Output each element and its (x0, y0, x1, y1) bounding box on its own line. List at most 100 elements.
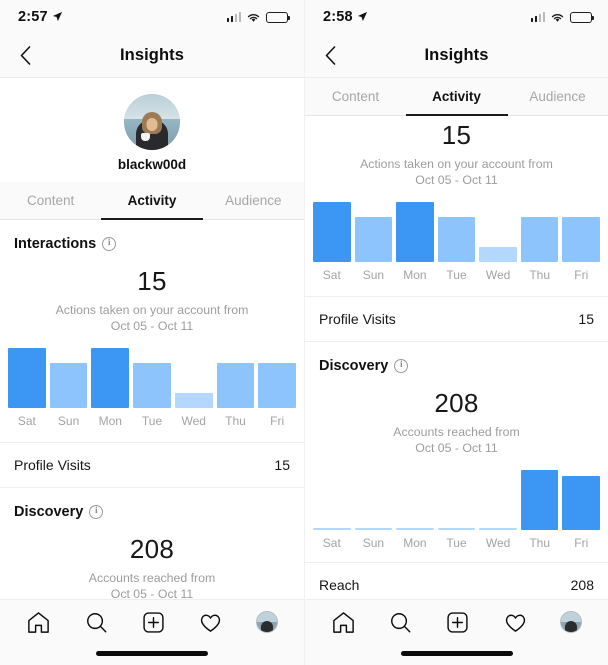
discovery-metric: 208 Accounts reached from Oct 05 - Oct 1… (0, 520, 304, 599)
bar-column (520, 202, 559, 262)
discovery-section-header: Discovery i (305, 342, 608, 374)
bar-column (437, 202, 476, 262)
bar-column (562, 470, 601, 530)
status-bar: 2:58 (305, 0, 608, 34)
wifi-icon (551, 13, 564, 22)
bar-column (49, 348, 88, 408)
bar-sat (313, 528, 351, 530)
bar-label-sat: Sat (322, 268, 341, 282)
insights-tabs: Content Activity Audience (0, 182, 304, 220)
bar-sat (313, 202, 351, 262)
username: blackw00d (117, 157, 187, 172)
location-arrow-icon (357, 11, 367, 21)
discovery-title: Discovery (14, 504, 84, 520)
bar-sun (49, 363, 88, 408)
bar-label-wed: Wed (181, 414, 206, 428)
interactions-bars (313, 202, 601, 262)
activity-heart-icon[interactable] (503, 610, 528, 635)
interactions-chart: Sat Sun Mon Tue Wed Thu Fri (305, 190, 608, 282)
bar-label-thu: Thu (529, 536, 551, 550)
tab-audience[interactable]: Audience (203, 182, 304, 219)
interactions-value: 15 (137, 266, 167, 296)
bar-wed (174, 393, 213, 408)
info-icon[interactable]: i (102, 237, 117, 251)
bar-column (91, 348, 130, 408)
interactions-bar-labels: Sat Sun Mon Tue Wed Thu Fri (313, 268, 600, 282)
bottom-nav-bar (0, 599, 304, 665)
bar-label-sun: Sun (362, 536, 385, 550)
bar-fri (562, 217, 601, 262)
bar-thu (520, 217, 559, 262)
tab-activity[interactable]: Activity (101, 182, 202, 219)
battery-icon (266, 11, 290, 23)
home-indicator (96, 651, 208, 656)
bar-label-sat: Sat (322, 536, 341, 550)
phone-screen-right: 2:58 Insights Content Activity Audience … (304, 0, 608, 665)
bar-column (313, 202, 351, 262)
bar-label-sun: Sun (57, 414, 80, 428)
bar-label-thu: Thu (529, 268, 551, 282)
search-icon[interactable] (84, 610, 109, 635)
bar-column (313, 470, 351, 530)
bar-tue (133, 363, 171, 408)
page-title: Insights (424, 46, 489, 64)
discovery-subtitle-line1: Accounts reached from (393, 425, 520, 439)
wifi-icon (247, 13, 260, 22)
bar-column (396, 470, 434, 530)
tab-content[interactable]: Content (0, 182, 101, 219)
interactions-title: Interactions (14, 236, 97, 252)
page-title: Insights (119, 46, 185, 64)
bar-column (562, 202, 601, 262)
discovery-chart: Sat Sun Mon Tue Wed Thu Fri (305, 458, 608, 550)
profile-avatar-icon[interactable] (255, 611, 278, 633)
bar-column (133, 348, 171, 408)
info-icon[interactable]: i (394, 359, 409, 373)
row-label: Profile Visits (14, 457, 91, 473)
info-icon[interactable]: i (89, 505, 104, 519)
bar-fri (562, 476, 601, 530)
bar-thu (520, 470, 559, 530)
interactions-metric: 15 Actions taken on your account from Oc… (305, 116, 608, 190)
tab-activity[interactable]: Activity (406, 78, 507, 115)
bar-column (216, 348, 255, 408)
scroll-content-left[interactable]: blackw00d Content Activity Audience Inte… (0, 78, 304, 599)
nav-bar: Insights (305, 34, 608, 78)
bar-sat (8, 348, 46, 408)
add-post-icon[interactable] (445, 610, 470, 635)
bar-label-fri: Fri (270, 414, 285, 428)
home-icon[interactable] (331, 610, 356, 635)
search-icon[interactable] (388, 610, 413, 635)
bar-label-tue: Tue (446, 536, 467, 550)
bar-tue (437, 217, 476, 262)
bar-column (520, 470, 559, 530)
table-row[interactable]: Profile Visits 15 (305, 296, 608, 342)
avatar[interactable] (124, 94, 180, 150)
back-button[interactable] (10, 41, 40, 71)
bar-column (437, 470, 476, 530)
bar-column (174, 348, 213, 408)
home-icon[interactable] (26, 610, 51, 635)
scroll-content-right[interactable]: 15 Actions taken on your account from Oc… (305, 116, 608, 637)
status-time: 2:57 (18, 9, 63, 25)
tab-audience[interactable]: Audience (507, 78, 608, 115)
discovery-subtitle: Accounts reached from Oct 05 - Oct 11 (0, 570, 304, 599)
bar-column (396, 202, 434, 262)
discovery-title: Discovery (319, 358, 389, 374)
back-chevron-icon (20, 46, 30, 65)
tab-content[interactable]: Content (305, 78, 406, 115)
battery-icon (570, 11, 594, 23)
add-post-icon[interactable] (141, 610, 166, 635)
back-button[interactable] (315, 41, 345, 71)
interactions-subtitle-line1: Actions taken on your account from (55, 303, 249, 317)
status-time: 2:58 (323, 9, 368, 25)
interactions-subtitle: Actions taken on your account from Oct 0… (305, 156, 608, 188)
profile-header: blackw00d (0, 78, 304, 182)
bottom-nav-icons (0, 600, 304, 644)
bar-thu (216, 363, 255, 408)
activity-heart-icon[interactable] (198, 610, 223, 635)
interactions-subtitle: Actions taken on your account from Oct 0… (0, 302, 304, 334)
signal-icon (530, 12, 545, 22)
signal-icon (226, 12, 241, 22)
profile-avatar-icon[interactable] (559, 611, 582, 633)
table-row[interactable]: Profile Visits 15 (0, 442, 304, 488)
